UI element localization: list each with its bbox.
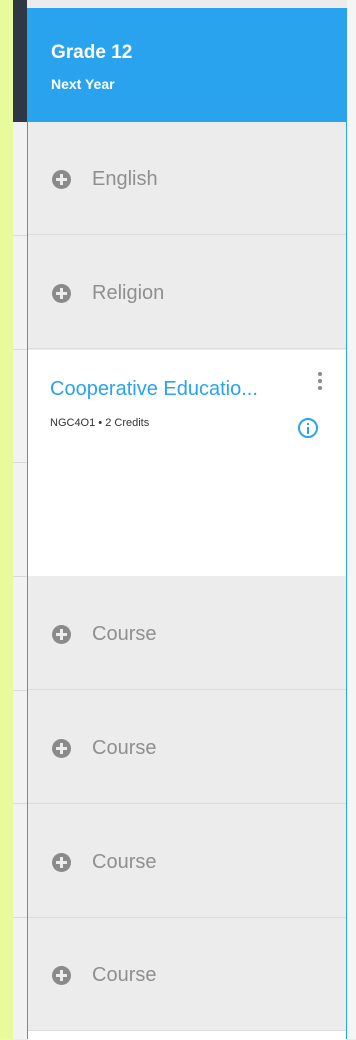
previous-column-header bbox=[13, 0, 27, 122]
course-slot-empty[interactable]: Course bbox=[28, 805, 346, 918]
more-options-icon[interactable] bbox=[314, 372, 326, 398]
dot bbox=[318, 372, 322, 376]
slot-label: Religion bbox=[92, 282, 165, 304]
add-icon bbox=[52, 739, 71, 758]
divider bbox=[13, 917, 27, 918]
add-icon bbox=[52, 284, 71, 303]
add-icon bbox=[52, 966, 71, 985]
divider bbox=[13, 803, 27, 804]
slot-label: Course bbox=[92, 964, 157, 986]
info-icon[interactable] bbox=[298, 418, 318, 438]
divider bbox=[13, 235, 27, 236]
add-icon bbox=[52, 625, 71, 644]
slot-label: English bbox=[92, 168, 158, 190]
divider bbox=[13, 462, 27, 463]
grade-subtitle: Next Year bbox=[51, 76, 115, 92]
divider bbox=[13, 576, 27, 577]
divider bbox=[13, 349, 27, 350]
course-card[interactable]: Cooperative Educatio... NGC4O1 • 2 Credi… bbox=[28, 350, 346, 576]
course-slot-empty[interactable]: Course bbox=[28, 691, 346, 804]
left-strip bbox=[0, 0, 13, 1039]
right-edge bbox=[347, 0, 356, 1039]
slot-label: Course bbox=[92, 623, 157, 645]
add-icon bbox=[52, 170, 71, 189]
course-slot-empty[interactable]: Course bbox=[28, 577, 346, 690]
course-meta: NGC4O1 • 2 Credits bbox=[50, 417, 150, 429]
slot-label: Course bbox=[92, 737, 157, 759]
grade-title: Grade 12 bbox=[51, 42, 133, 63]
divider bbox=[13, 690, 27, 691]
course-slot-empty[interactable]: Course bbox=[28, 918, 346, 1031]
previous-column bbox=[13, 122, 27, 1039]
column-border-left bbox=[27, 8, 28, 1039]
course-slot-english[interactable]: English bbox=[28, 122, 346, 235]
slot-label: Course bbox=[92, 851, 157, 873]
course-slot-religion[interactable]: Religion bbox=[28, 236, 346, 349]
course-name[interactable]: Cooperative Educatio... bbox=[50, 378, 312, 401]
add-icon bbox=[52, 853, 71, 872]
grade-header: Grade 12 Next Year bbox=[27, 8, 347, 122]
column-border-right bbox=[346, 8, 347, 1039]
dot bbox=[318, 386, 322, 390]
dot bbox=[318, 379, 322, 383]
